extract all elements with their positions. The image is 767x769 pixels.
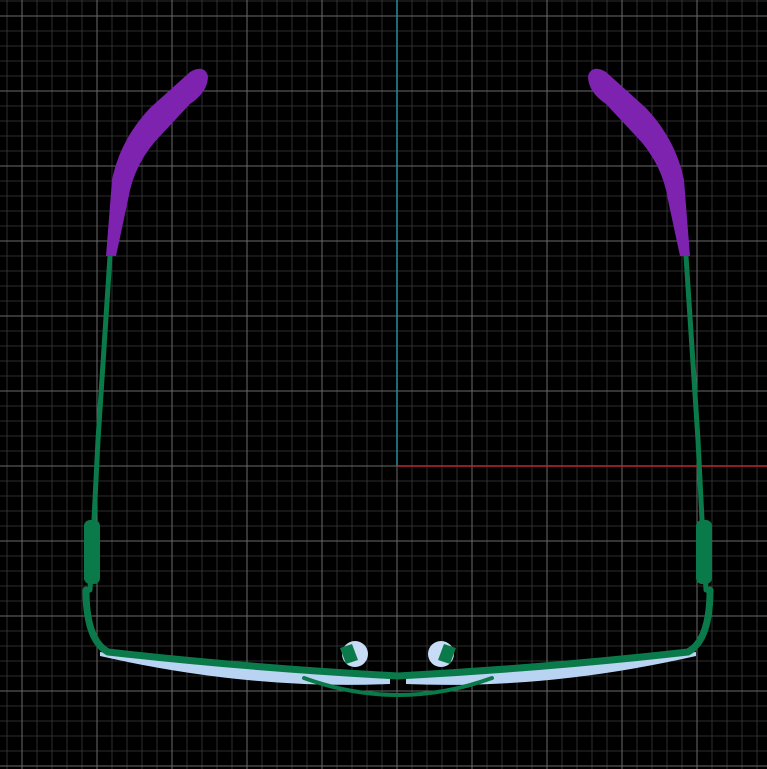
viewport-canvas[interactable] <box>0 0 767 769</box>
nose-pad-right[interactable] <box>428 641 456 667</box>
temple-tip-right[interactable] <box>588 68 690 256</box>
nose-pad-left[interactable] <box>340 641 368 667</box>
hinge-left <box>84 520 100 584</box>
hinge-right <box>696 520 712 584</box>
3d-viewport[interactable] <box>0 0 767 769</box>
